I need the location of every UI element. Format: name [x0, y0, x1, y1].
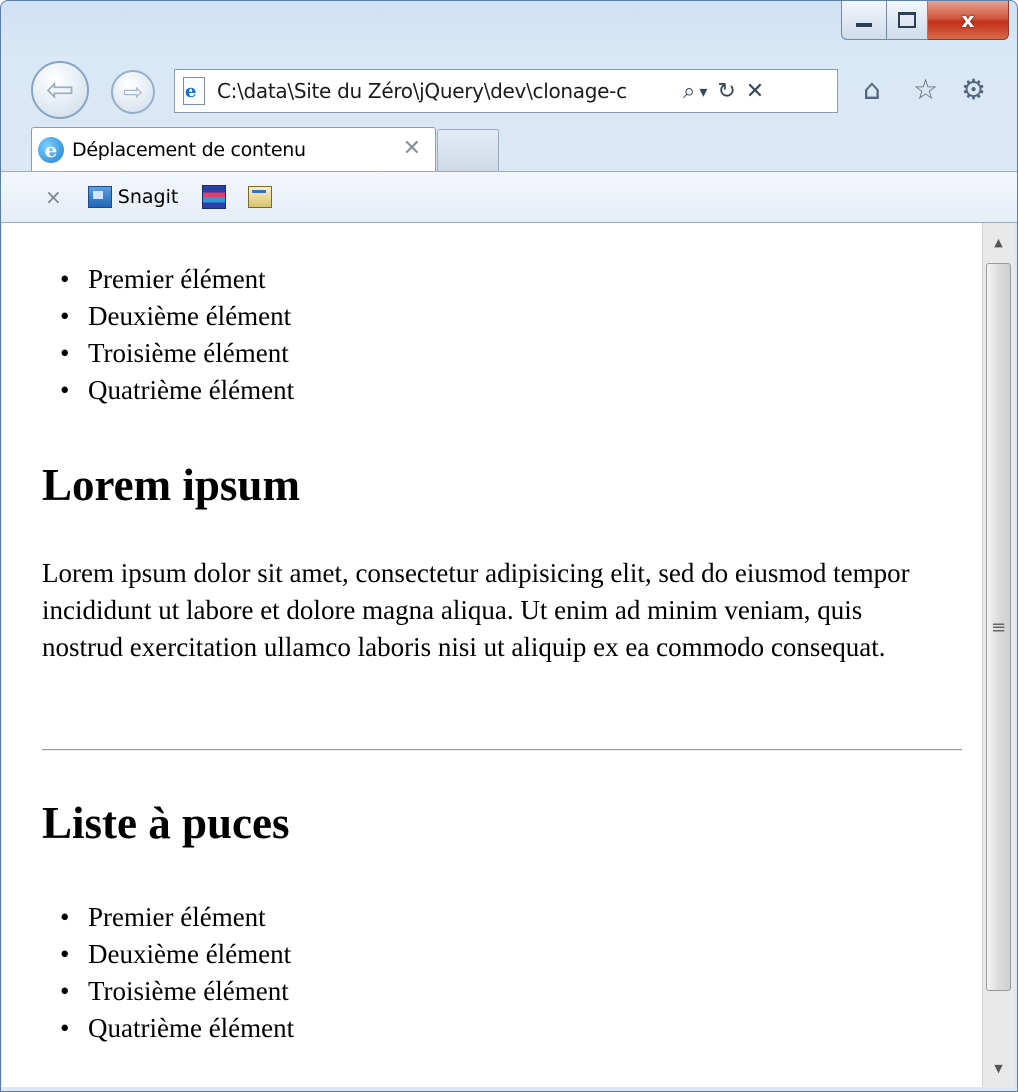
favorites-star-icon[interactable]: ☆ [913, 73, 938, 106]
maximize-icon [898, 12, 916, 28]
snagit-button-label[interactable]: Snagit [118, 186, 179, 208]
stop-icon[interactable]: ✕ [746, 79, 764, 104]
page-icon: e [181, 77, 207, 105]
list-item: Deuxième élément [60, 936, 294, 973]
refresh-icon[interactable]: ↻ [717, 79, 735, 104]
tab-strip: e Déplacement de contenu ✕ [1, 125, 1017, 171]
back-arrow-icon: ⇦ [45, 70, 75, 110]
address-bar[interactable]: e C:\data\Site du Zéro\jQuery\dev\clonag… [174, 69, 838, 113]
close-icon: x [961, 8, 975, 32]
new-tab-button[interactable] [437, 129, 499, 171]
forward-arrow-icon: ⇨ [122, 78, 144, 106]
list-item: Premier élément [60, 899, 294, 936]
chevron-down-icon[interactable]: ▾ [699, 82, 707, 101]
tab-active[interactable]: e Déplacement de contenu ✕ [31, 127, 436, 171]
close-window-button[interactable]: x [928, 1, 1009, 40]
gear-icon[interactable]: ⚙ [961, 73, 986, 106]
heading-lorem-ipsum: Lorem ipsum [42, 460, 300, 510]
list-item: Premier élément [60, 261, 294, 298]
lorem-paragraph: Lorem ipsum dolor sit amet, consectetur … [42, 558, 910, 662]
home-icon[interactable]: ⌂ [863, 73, 881, 106]
forward-button[interactable]: ⇨ [111, 70, 155, 114]
list-item: Troisième élément [60, 335, 294, 372]
heading-liste-a-puces: Liste à puces [42, 798, 290, 848]
tab-close-icon[interactable]: ✕ [403, 136, 421, 161]
scrollbar-thumb[interactable]: ≡ [986, 263, 1011, 991]
minimize-button[interactable] [841, 1, 887, 40]
toolbar-edit-icon[interactable] [248, 186, 273, 208]
minimize-icon [856, 23, 872, 27]
back-button[interactable]: ⇦ [31, 61, 89, 119]
command-bar: × Snagit [1, 171, 1017, 223]
grip-icon: ≡ [990, 616, 1007, 638]
scroll-down-arrow-icon[interactable]: ▼ [983, 1051, 1014, 1085]
vertical-scrollbar[interactable]: ▲ ≡ ▼ [982, 223, 1014, 1087]
bullet-list-top: Premier élément Deuxième élément Troisiè… [2, 261, 294, 409]
horizontal-rule [42, 749, 962, 751]
toolbar-tool-icon[interactable] [202, 185, 227, 209]
window-controls: x [841, 1, 1009, 40]
scroll-up-arrow-icon[interactable]: ▲ [983, 225, 1014, 259]
list-item: Troisième élément [60, 973, 294, 1010]
tab-title: Déplacement de contenu [72, 138, 306, 161]
bullet-list-bottom: Premier élément Deuxième élément Troisiè… [2, 899, 294, 1047]
ie-logo-icon: e [38, 136, 64, 163]
navigation-bar: ⇦ ⇨ e C:\data\Site du Zéro\jQuery\dev\cl… [1, 53, 1017, 127]
list-item: Quatrième élément [60, 372, 294, 409]
list-item: Deuxième élément [60, 298, 294, 335]
address-input[interactable]: C:\data\Site du Zéro\jQuery\dev\clonage-… [217, 79, 673, 103]
list-item: Quatrième élément [60, 1010, 294, 1047]
search-icon[interactable]: ⌕ [683, 79, 695, 104]
page-content: Premier élément Deuxième élément Troisiè… [2, 223, 982, 1087]
maximize-button[interactable] [887, 1, 928, 40]
close-toolbar-icon[interactable]: × [45, 185, 62, 209]
snagit-icon[interactable] [87, 186, 112, 208]
